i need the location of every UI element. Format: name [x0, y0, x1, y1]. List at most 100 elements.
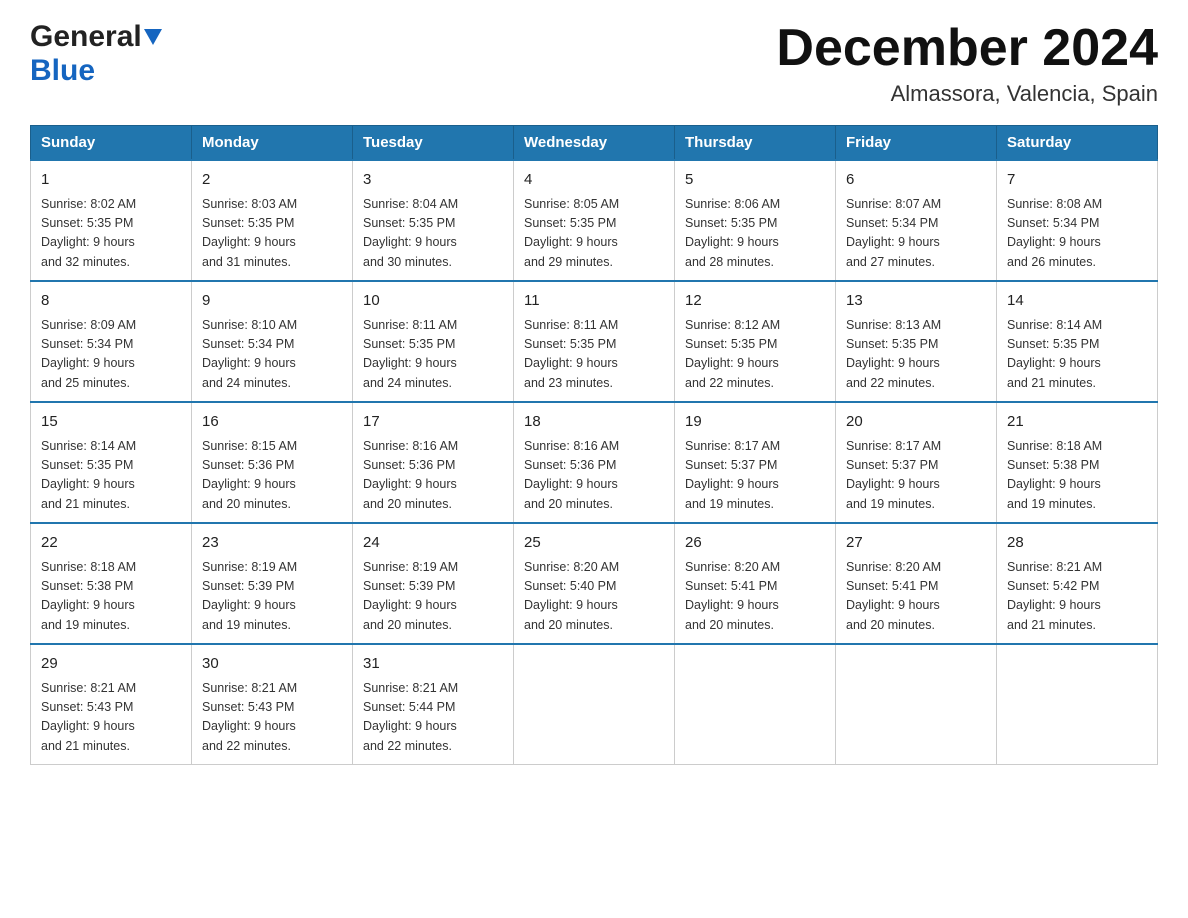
daylight-text: Daylight: 9 hoursand 20 minutes. [202, 477, 296, 510]
daylight-text: Daylight: 9 hoursand 19 minutes. [685, 477, 779, 510]
day-info: Sunrise: 8:04 AMSunset: 5:35 PMDaylight:… [363, 195, 503, 273]
day-info: Sunrise: 8:17 AMSunset: 5:37 PMDaylight:… [685, 437, 825, 515]
daylight-text: Daylight: 9 hoursand 27 minutes. [846, 235, 940, 268]
sunrise-text: Sunrise: 8:20 AM [685, 560, 780, 574]
day-info: Sunrise: 8:18 AMSunset: 5:38 PMDaylight:… [41, 558, 181, 636]
daylight-text: Daylight: 9 hoursand 29 minutes. [524, 235, 618, 268]
sunrise-text: Sunrise: 8:17 AM [846, 439, 941, 453]
day-number: 16 [202, 411, 342, 434]
sunset-text: Sunset: 5:44 PM [363, 700, 455, 714]
calendar-table: Sunday Monday Tuesday Wednesday Thursday… [30, 125, 1158, 765]
sunset-text: Sunset: 5:35 PM [685, 216, 777, 230]
table-row: 6Sunrise: 8:07 AMSunset: 5:34 PMDaylight… [836, 160, 997, 281]
daylight-text: Daylight: 9 hoursand 28 minutes. [685, 235, 779, 268]
sunset-text: Sunset: 5:35 PM [41, 216, 133, 230]
col-sunday: Sunday [31, 126, 192, 161]
day-info: Sunrise: 8:20 AM Sunset: 5:41 PM Daylight:… [685, 558, 825, 636]
sunset-text: Sunset: 5:35 PM [363, 337, 455, 351]
table-row: 12Sunrise: 8:12 AMSunset: 5:35 PMDayligh… [675, 281, 836, 402]
table-row: 30 Sunrise: 8:21 AMSunset: 5:43 PMDayligh… [192, 644, 353, 765]
table-row: 11Sunrise: 8:11 AMSunset: 5:35 PMDayligh… [514, 281, 675, 402]
day-number: 3 [363, 169, 503, 192]
table-row: 13Sunrise: 8:13 AMSunset: 5:35 PMDayligh… [836, 281, 997, 402]
daylight-text: Daylight: 9 hoursand 21 minutes. [41, 719, 135, 752]
day-info: Sunrise: 8:05 AM Sunset: 5:35 PM Daylight:… [524, 195, 664, 273]
sunset-text: Sunset: 5:34 PM [1007, 216, 1099, 230]
day-number: 4 [524, 169, 664, 192]
day-number: 28 [1007, 532, 1147, 555]
table-row: 17 Sunrise: 8:16 AM Sunset: 5:36 PM Dayligh… [353, 402, 514, 523]
sunset-text: Sunset: 5:35 PM [202, 216, 294, 230]
calendar-week-row: 8Sunrise: 8:09 AMSunset: 5:34 PMDaylight… [31, 281, 1158, 402]
sunrise-text: Sunrise: 8:19 AM [363, 560, 458, 574]
table-row: 9Sunrise: 8:10 AMSunset: 5:34 PMDaylight… [192, 281, 353, 402]
day-number: 5 [685, 169, 825, 192]
sunrise-text: Sunrise: 8:20 AM [524, 560, 619, 574]
table-row: 29Sunrise: 8:21 AMSunset: 5:43 PMDayligh… [31, 644, 192, 765]
day-number: 17 [363, 411, 503, 434]
table-row: 1Sunrise: 8:02 AMSunset: 5:35 PMDaylight… [31, 160, 192, 281]
sunrise-text: Sunrise: 8:06 AM [685, 197, 780, 211]
table-row [514, 644, 675, 765]
table-row: 24Sunrise: 8:19 AMSunset: 5:39 PMDayligh… [353, 523, 514, 644]
day-info: Sunrise: 8:21 AMSunset: 5:43 PMDaylight:… [202, 679, 342, 757]
sunrise-text: Sunrise: 8:12 AM [685, 318, 780, 332]
day-number: 2 [202, 169, 342, 192]
day-number: 8 [41, 290, 181, 313]
sunset-text: Sunset: 5:35 PM [363, 216, 455, 230]
sunrise-text: Sunrise: 8:08 AM [1007, 197, 1102, 211]
daylight-text: Daylight: 9 hoursand 20 minutes. [685, 598, 779, 631]
daylight-text: Daylight: 9 hoursand 20 minutes. [363, 477, 457, 510]
sunrise-text: Sunrise: 8:10 AM [202, 318, 297, 332]
sunrise-text: Sunrise: 8:16 AM [363, 439, 458, 453]
table-row [675, 644, 836, 765]
sunset-text: Sunset: 5:41 PM [685, 579, 777, 593]
day-number: 10 [363, 290, 503, 313]
daylight-text: Daylight: 9 hoursand 20 minutes. [524, 477, 618, 510]
daylight-text: Daylight: 9 hoursand 20 minutes. [524, 598, 618, 631]
day-number: 30 [202, 653, 342, 676]
sunset-text: Sunset: 5:41 PM [846, 579, 938, 593]
calendar-week-row: 29 Sunrise: 8:21 AMSunset: 5:43 PMDayligh… [31, 644, 1158, 765]
sunrise-text: Sunrise: 8:13 AM [846, 318, 941, 332]
day-info: Sunrise: 8:06 AM Sunset: 5:35 PM Daylight:… [685, 195, 825, 273]
col-thursday: Thursday [675, 126, 836, 161]
table-row: 26Sunrise: 8:20 AMSunset: 5:41 PMDayligh… [675, 523, 836, 644]
sunrise-text: Sunrise: 8:17 AM [685, 439, 780, 453]
day-info: Sunrise: 8:02 AMSunset: 5:35 PMDaylight:… [41, 195, 181, 273]
table-row: 4 Sunrise: 8:05 AM Sunset: 5:35 PM Daylight… [514, 160, 675, 281]
sunset-text: Sunset: 5:42 PM [1007, 579, 1099, 593]
sunrise-text: Sunrise: 8:11 AM [524, 318, 618, 332]
sunrise-text: Sunrise: 8:19 AM [202, 560, 297, 574]
sunrise-text: Sunrise: 8:18 AM [41, 560, 136, 574]
day-info: Sunrise: 8:18 AMSunset: 5:38 PMDaylight:… [1007, 437, 1147, 515]
sunrise-text: Sunrise: 8:09 AM [41, 318, 136, 332]
day-info: Sunrise: 8:11 AMSunset: 5:35 PMDaylight:… [363, 316, 503, 394]
table-row: 28Sunrise: 8:21 AMSunset: 5:42 PMDayligh… [997, 523, 1158, 644]
day-number: 9 [202, 290, 342, 313]
day-info: Sunrise: 8:12 AMSunset: 5:35 PMDaylight:… [685, 316, 825, 394]
logo-chevron-icon [144, 28, 162, 46]
daylight-text: Daylight: 9 hoursand 19 minutes. [1007, 477, 1101, 510]
sunrise-text: Sunrise: 8:04 AM [363, 197, 458, 211]
day-number: 29 [41, 653, 181, 676]
daylight-text: Daylight: 9 hoursand 31 minutes. [202, 235, 296, 268]
table-row: 10Sunrise: 8:11 AMSunset: 5:35 PMDayligh… [353, 281, 514, 402]
sunrise-text: Sunrise: 8:05 AM [524, 197, 619, 211]
day-info: Sunrise: 8:16 AMSunset: 5:36 PMDaylight:… [524, 437, 664, 515]
sunrise-text: Sunrise: 8:20 AM [846, 560, 941, 574]
table-row: 20Sunrise: 8:17 AMSunset: 5:37 PMDayligh… [836, 402, 997, 523]
sunset-text: Sunset: 5:35 PM [524, 216, 616, 230]
sunrise-text: Sunrise: 8:14 AM [1007, 318, 1102, 332]
sunrise-text: Sunrise: 8:11 AM [363, 318, 457, 332]
sunrise-text: Sunrise: 8:14 AM [41, 439, 136, 453]
daylight-text: Daylight: 9 hoursand 23 minutes. [524, 356, 618, 389]
table-row [997, 644, 1158, 765]
logo-blue-text: Blue [30, 54, 95, 87]
table-row: 18Sunrise: 8:16 AMSunset: 5:36 PMDayligh… [514, 402, 675, 523]
sunset-text: Sunset: 5:36 PM [363, 458, 455, 472]
calendar-week-row: 22Sunrise: 8:18 AMSunset: 5:38 PMDayligh… [31, 523, 1158, 644]
daylight-text: Daylight: 9 hoursand 22 minutes. [685, 356, 779, 389]
day-info: Sunrise: 8:20 AMSunset: 5:40 PMDaylight:… [524, 558, 664, 636]
daylight-text: Daylight: 9 hoursand 20 minutes. [363, 598, 457, 631]
